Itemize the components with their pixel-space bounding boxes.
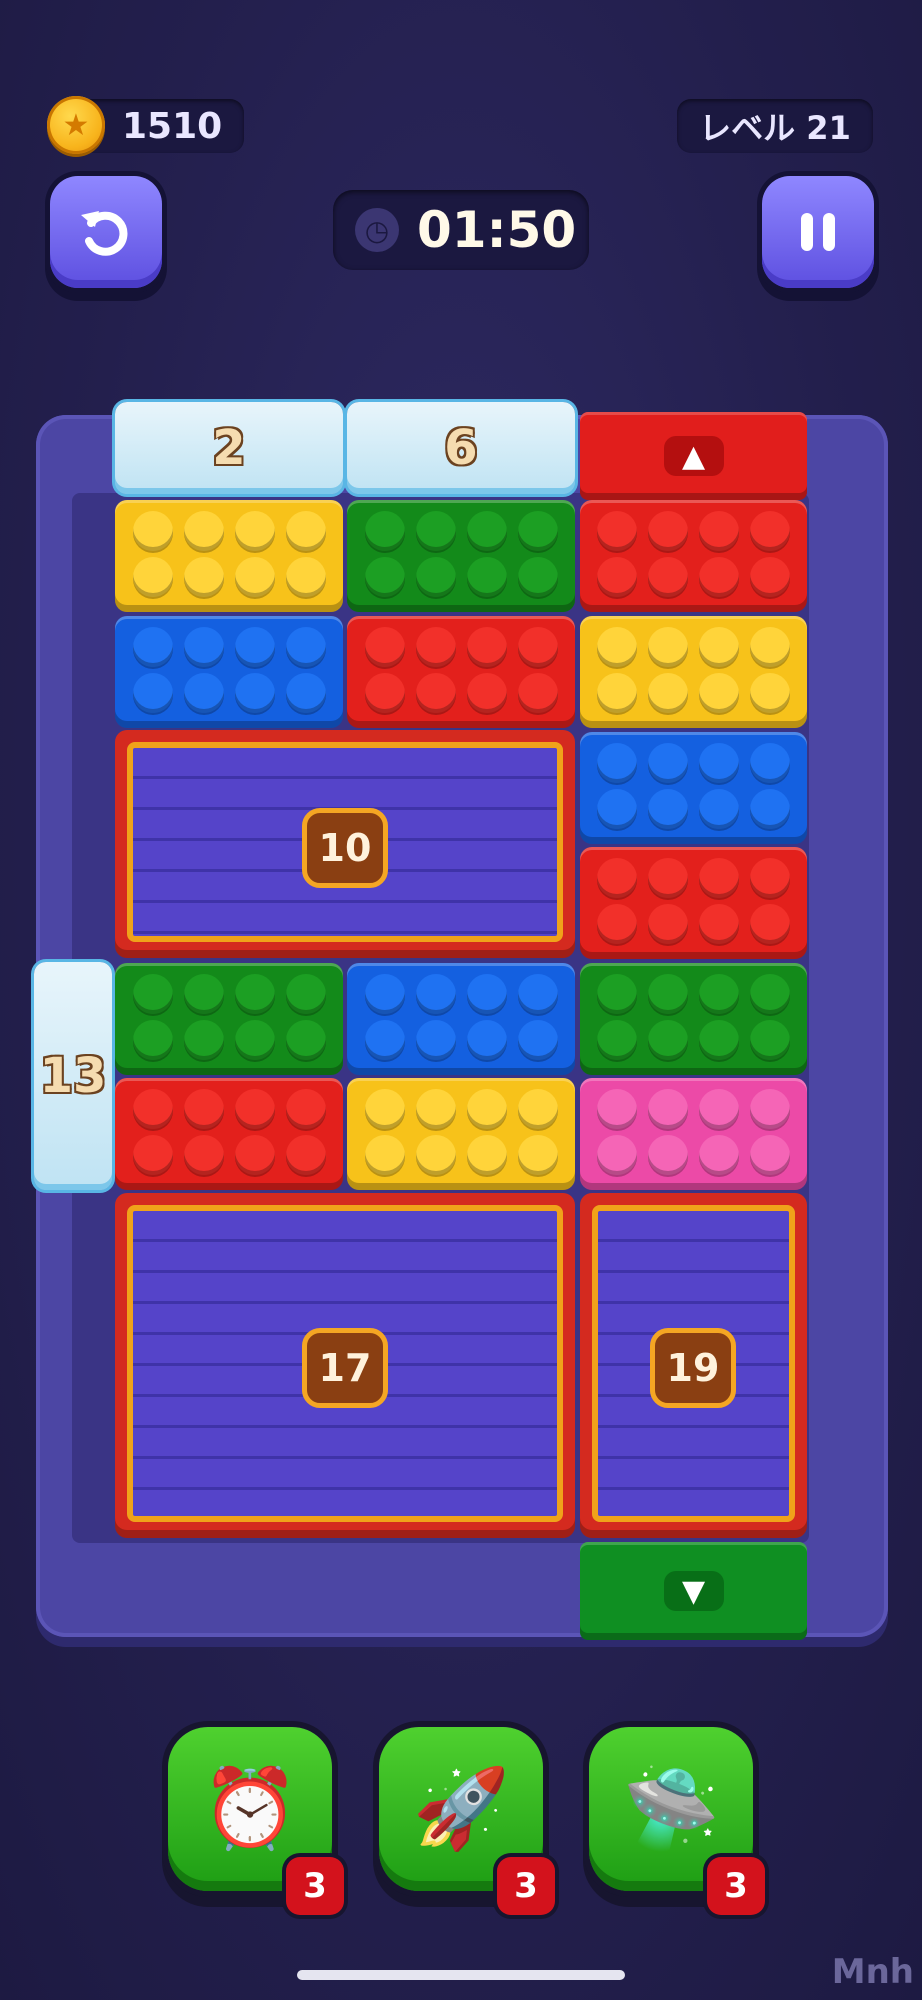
crate-10[interactable]: 10 (115, 730, 575, 958)
timer-value: 01:50 (417, 201, 577, 259)
crate-counter: 17 (302, 1328, 388, 1408)
brick-yellow[interactable] (347, 1078, 575, 1190)
brick-yellow[interactable] (580, 616, 807, 728)
star-coin-icon: ★ (47, 96, 105, 154)
arrow-up-icon: ▲ (663, 436, 724, 476)
booster-count: 3 (707, 1857, 765, 1915)
crate-counter: 10 (302, 808, 388, 888)
ice-block-6[interactable]: 6 (347, 402, 575, 494)
crate-17[interactable]: 17 (115, 1193, 575, 1538)
home-indicator[interactable] (297, 1970, 625, 1980)
brick-green[interactable] (115, 963, 343, 1075)
watermark: Mnh (831, 1952, 914, 1992)
pause-button[interactable] (762, 176, 874, 288)
ice-counter: 13 (39, 1048, 107, 1104)
clock-icon: ◷ (355, 208, 399, 252)
exit-gate-red-top: ▲ (580, 412, 807, 500)
brick-blue[interactable] (580, 732, 807, 844)
brick-pink[interactable] (580, 1078, 807, 1190)
crate-counter: 19 (650, 1328, 736, 1408)
timer: ◷ 01:50 (333, 190, 589, 270)
undo-arrow-icon (81, 211, 128, 256)
level-indicator: レベル 21 (677, 99, 873, 153)
ice-counter: 2 (212, 420, 246, 476)
brick-red[interactable] (347, 616, 575, 728)
brick-red[interactable] (580, 500, 807, 612)
ice-block-2[interactable]: 2 (115, 402, 343, 494)
booster-count: 3 (286, 1857, 344, 1915)
brick-red[interactable] (580, 847, 807, 959)
coin-count: 1510 (122, 105, 223, 147)
brick-green[interactable] (347, 500, 575, 612)
ice-counter: 6 (444, 420, 478, 476)
crate-19[interactable]: 19 (580, 1193, 807, 1538)
brick-red[interactable] (115, 1078, 343, 1190)
exit-gate-green-bottom: ▼ (580, 1542, 807, 1640)
ice-block-13[interactable]: 13 (34, 962, 112, 1190)
arrow-down-icon: ▼ (663, 1571, 724, 1611)
brick-yellow[interactable] (115, 500, 343, 612)
booster-count: 3 (497, 1857, 555, 1915)
undo-button[interactable] (50, 176, 162, 288)
brick-blue[interactable] (115, 616, 343, 728)
brick-blue[interactable] (347, 963, 575, 1075)
rocket-icon: 🚀 (412, 1763, 510, 1854)
ufo-icon: 🛸 (622, 1763, 720, 1854)
pause-icon (801, 213, 835, 251)
alarm-clock-icon: ⏰ (201, 1763, 299, 1854)
brick-green[interactable] (580, 963, 807, 1075)
